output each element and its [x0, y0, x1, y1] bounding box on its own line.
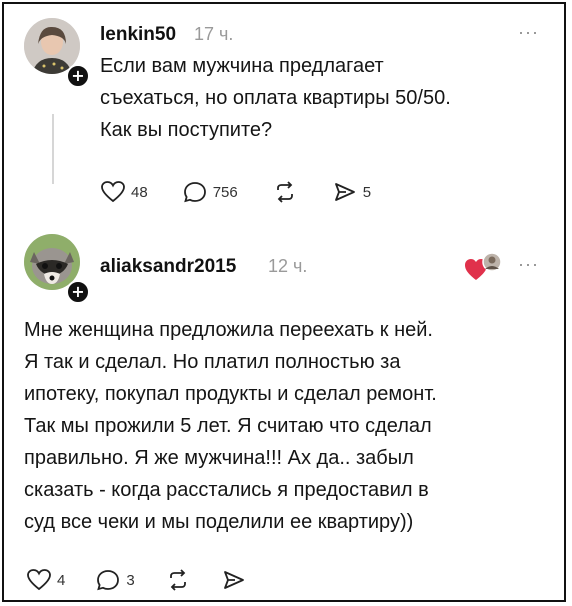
- send-icon: [334, 183, 355, 201]
- repost-button[interactable]: [272, 180, 298, 204]
- like-count: 48: [131, 183, 148, 201]
- heart-icon: [27, 569, 51, 591]
- post-text: Если вам мужчина предлагает съехаться, н…: [100, 55, 451, 141]
- share-button[interactable]: [221, 568, 247, 592]
- reaction-avatar[interactable]: [464, 252, 504, 282]
- more-options-icon[interactable]: ···: [518, 254, 539, 275]
- comment-count: 756: [212, 183, 238, 201]
- send-icon: [223, 571, 244, 589]
- follow-plus-icon[interactable]: +: [66, 280, 90, 304]
- repost-button[interactable]: [165, 568, 191, 592]
- comment-button[interactable]: 3: [95, 568, 135, 592]
- comment-count: 3: [126, 571, 135, 589]
- timestamp: 17 ч.: [194, 24, 234, 44]
- screenshot-frame: + lenkin50 17 ч. ··· Если вам мужчина пр…: [2, 2, 566, 602]
- post-text: Мне женщина предложила переехать к ней. …: [24, 319, 437, 533]
- heart-icon: [101, 181, 125, 203]
- post-actions: 48 756 5: [100, 180, 405, 204]
- post-actions: 4 3: [26, 568, 281, 592]
- like-count: 4: [57, 571, 66, 589]
- repost-icon: [169, 569, 186, 591]
- comment-bubble-icon: [183, 182, 206, 203]
- like-button[interactable]: 4: [26, 568, 65, 592]
- thread-line: [52, 114, 54, 184]
- comment-button[interactable]: 756: [182, 180, 238, 204]
- more-options-icon[interactable]: ···: [518, 22, 539, 43]
- post-lenkin50: + lenkin50 17 ч. ··· Если вам мужчина пр…: [4, 4, 564, 224]
- username[interactable]: aliaksandr2015: [100, 256, 236, 278]
- timestamp: 12 ч.: [268, 256, 308, 276]
- follow-plus-icon[interactable]: +: [66, 64, 90, 88]
- comment-bubble-icon: [97, 570, 120, 591]
- share-button[interactable]: 5: [332, 180, 371, 204]
- repost-icon: [276, 181, 293, 203]
- username[interactable]: lenkin50: [100, 24, 176, 46]
- post-aliaksandr2015: + aliaksandr2015 12 ч. ··· Мне женщина п…: [4, 224, 564, 604]
- like-button[interactable]: 48: [100, 180, 148, 204]
- share-count: 5: [362, 183, 372, 201]
